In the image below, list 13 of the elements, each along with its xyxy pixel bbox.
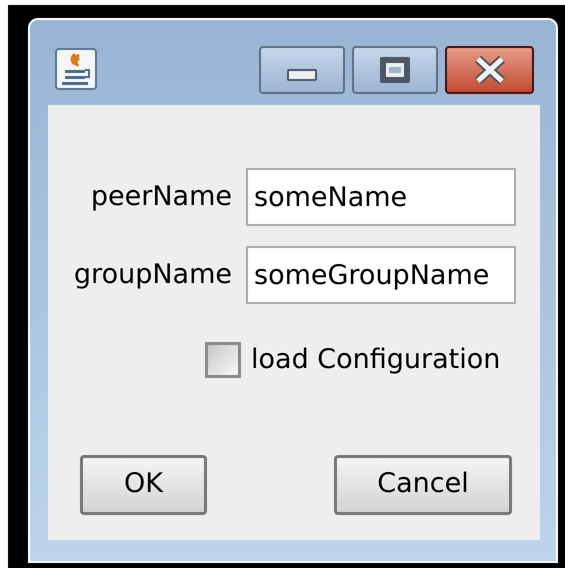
cancel-button[interactable]: Cancel [334,454,512,514]
field-label: peerName [90,180,232,214]
checkbox[interactable] [205,342,241,378]
text-field[interactable]: someGroupName [246,246,516,304]
checkbox-label: load Configuration [251,343,500,377]
minimize-button[interactable] [259,46,345,94]
close-icon [472,56,506,84]
ok-button[interactable]: OK [80,454,207,514]
coffee-cup-icon[interactable] [55,48,97,90]
text-field[interactable]: someName [246,168,516,226]
close-button[interactable] [445,46,534,94]
maximize-button[interactable] [352,46,438,94]
field-label: groupName [72,258,232,292]
